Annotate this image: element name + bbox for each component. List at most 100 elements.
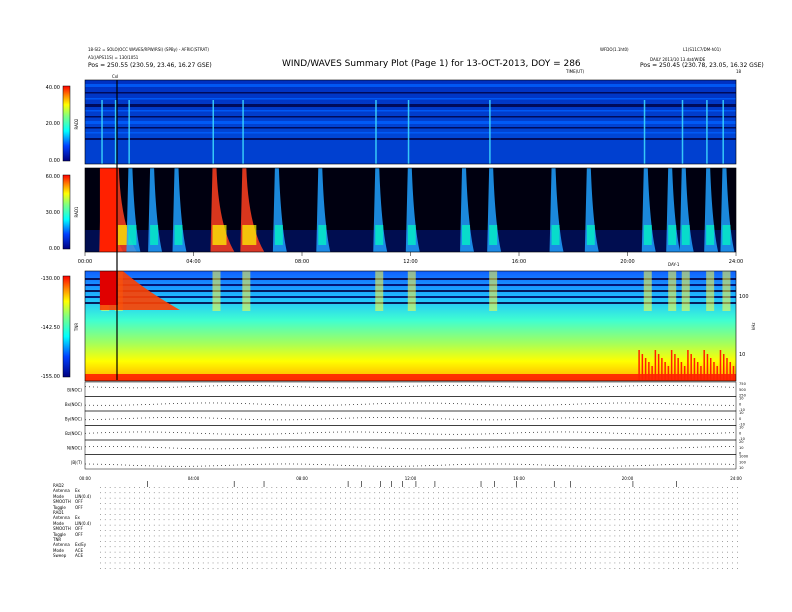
status-dot (648, 487, 650, 488)
status-dot (335, 551, 336, 553)
status-dot (438, 546, 439, 548)
param-trace-point (617, 465, 618, 467)
status-dot (683, 551, 684, 553)
status-dot (413, 519, 415, 521)
status-dot (732, 546, 733, 548)
param-series-label: N(NOC) (67, 445, 82, 450)
param-trace-point (305, 446, 306, 447)
status-dot (511, 535, 513, 537)
param-trace-point (265, 385, 266, 387)
param-trace-point (289, 419, 290, 421)
param-trace-point (297, 404, 298, 406)
status-dot (335, 535, 336, 537)
status-dot (149, 524, 150, 526)
status-dot (707, 497, 709, 499)
status-dot (349, 535, 351, 537)
param-trace-point (549, 417, 550, 419)
param-trace-point (553, 417, 554, 419)
param-trace-point (561, 417, 562, 419)
param-trace-point (305, 419, 306, 420)
param-trace-point (481, 463, 482, 465)
param-trace-point (101, 446, 102, 447)
status-dot (541, 492, 542, 494)
status-dot (707, 557, 709, 558)
status-dot (639, 546, 640, 548)
param-trace-point (725, 386, 726, 388)
status-dot (247, 546, 248, 548)
status-dot (707, 546, 709, 548)
status-dot (438, 568, 439, 569)
status-dot (506, 487, 508, 488)
status-dot (242, 557, 243, 558)
status-dot (217, 519, 219, 521)
status-dot (516, 514, 518, 515)
status-dot (104, 568, 106, 569)
status-dot (374, 497, 376, 499)
param-trace-point (709, 386, 710, 387)
status-dot (389, 503, 390, 504)
status-dot (100, 492, 101, 494)
status-dot (594, 497, 596, 499)
status-dot (418, 524, 420, 526)
param-trace-point (497, 463, 498, 465)
param-trace-point (281, 385, 282, 387)
status-dot (379, 568, 380, 569)
param-trace-point (597, 432, 598, 433)
status-dot (247, 497, 248, 499)
status-dot (305, 562, 307, 564)
status-dot (188, 557, 189, 558)
param-trace-point (657, 448, 658, 449)
param-trace-point (305, 404, 306, 406)
status-dot (408, 492, 410, 494)
status-dot (541, 568, 542, 569)
status-dot (443, 514, 444, 515)
param-trace-point (525, 386, 526, 388)
param-trace-point (557, 465, 558, 466)
param-trace-point (257, 463, 258, 465)
status-dot (178, 535, 180, 537)
status-dot (692, 557, 694, 558)
status-dot (511, 530, 513, 531)
param-trace-point (633, 433, 634, 435)
status-dot (673, 535, 674, 537)
rad2-burst (681, 100, 684, 164)
status-dot (144, 568, 145, 569)
status-dot (300, 568, 302, 569)
status-dot (492, 519, 493, 521)
status-dot (663, 508, 665, 510)
status-dot (643, 535, 645, 537)
rad1-x-tick-label: 12:00 (403, 259, 417, 265)
status-dot (717, 492, 719, 494)
status-dot (340, 492, 341, 494)
status-dot (354, 568, 356, 569)
tnr-right-tick-100: 100 (739, 294, 749, 300)
status-dot (590, 524, 591, 526)
status-dot (408, 503, 410, 504)
param-trace-point (597, 447, 598, 449)
param-trace-point (165, 403, 166, 405)
param-trace-point (137, 431, 138, 433)
param-trace-point (193, 386, 194, 387)
status-dot (345, 541, 346, 542)
status-dot (212, 568, 214, 569)
status-dot (335, 508, 336, 510)
status-dot (354, 546, 356, 548)
status-dot (433, 508, 434, 510)
status-dot (575, 503, 576, 504)
param-trace-point (669, 447, 670, 449)
status-dot (575, 562, 576, 564)
status-dot (232, 546, 233, 548)
status-dot (198, 530, 199, 531)
status-dot (296, 519, 297, 521)
param-trace-point (485, 446, 486, 448)
status-dot (433, 497, 434, 499)
status-dot (315, 551, 317, 553)
param-trace-point (653, 448, 654, 450)
param-trace-point (209, 402, 210, 404)
param-trace-point (481, 404, 482, 405)
param-trace-point (345, 431, 346, 433)
rad1-burst-core (643, 225, 652, 245)
param-series-label: |B|(T) (71, 460, 82, 465)
status-dot (506, 535, 508, 537)
status-dot (119, 514, 121, 515)
